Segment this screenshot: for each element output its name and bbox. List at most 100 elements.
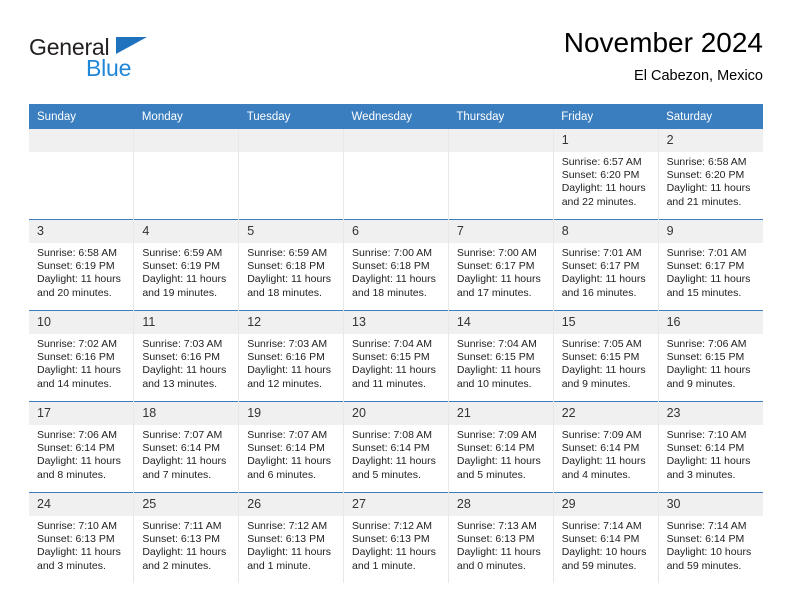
calendar-cell-day[interactable]: 8 Sunrise: 7:01 AM Sunset: 6:17 PM Daylight… [553,219,659,311]
sunset-time: Sunset: 6:14 PM [352,442,430,455]
day-details: Sunrise: 7:03 AM Sunset: 6:16 PM Daylight:… [134,334,238,391]
calendar-cell-day[interactable]: 7 Sunrise: 7:00 AM Sunset: 6:17 PM Daylight… [448,219,554,311]
day-details: Sunrise: 7:00 AM Sunset: 6:18 PM Daylight:… [344,243,448,300]
daylight-duration-line2: and 1 minute. [247,559,311,572]
sunrise-time: Sunrise: 7:11 AM [142,520,222,532]
calendar-cell-inner: 7 Sunrise: 7:00 AM Sunset: 6:17 PM Daylight… [448,220,553,310]
day-details: Sunrise: 7:10 AM Sunset: 6:14 PM Daylight:… [659,425,763,482]
calendar-cell-day[interactable]: 26 Sunrise: 7:12 AM Sunset: 6:13 PM Dayligh… [238,492,345,583]
calendar-cell-inner: 8 Sunrise: 7:01 AM Sunset: 6:17 PM Daylight… [553,220,658,310]
calendar-cell-day[interactable]: 11 Sunrise: 7:03 AM Sunset: 6:16 PM Dayligh… [133,310,240,402]
calendar-cell-day[interactable]: 4 Sunrise: 6:59 AM Sunset: 6:19 PM Daylight… [133,219,240,311]
calendar-cell-empty [29,129,135,220]
sunset-time: Sunset: 6:14 PM [666,533,745,546]
calendar-week-row: 3 Sunrise: 6:58 AM Sunset: 6:19 PM Daylight… [29,219,763,311]
calendar-cell-day[interactable]: 23 Sunrise: 7:10 AM Sunset: 6:14 PM Dayligh… [658,401,763,493]
day-number: 4 [134,220,239,243]
calendar-cell-day[interactable]: 6 Sunrise: 7:00 AM Sunset: 6:18 PM Daylight… [343,219,449,311]
weekday-header-thursday: Thursday [448,104,554,129]
daylight-duration-line1: Daylight: 11 hours [37,273,121,286]
brand-name-blue: Blue [86,55,132,81]
calendar-cell-day[interactable]: 15 Sunrise: 7:05 AM Sunset: 6:15 PM Dayligh… [553,310,659,402]
calendar-cell-inner: 19 Sunrise: 7:07 AM Sunset: 6:14 PM Dayligh… [239,402,344,492]
day-number: 28 [448,493,553,516]
day-number: 22 [553,402,658,425]
daylight-duration-line2: and 6 minutes. [247,468,317,481]
daylight-duration-line2: and 14 minutes. [37,377,112,390]
calendar-cell-day[interactable]: 21 Sunrise: 7:09 AM Sunset: 6:14 PM Dayligh… [448,401,554,493]
calendar-cell-day[interactable]: 19 Sunrise: 7:07 AM Sunset: 6:14 PM Dayligh… [238,401,345,493]
calendar-cell-day[interactable]: 29 Sunrise: 7:14 AM Sunset: 6:14 PM Dayligh… [553,492,659,583]
day-number [29,129,134,152]
day-number: 30 [658,493,763,516]
weekday-header-row: Sunday Monday Tuesday Wednesday Thursday… [29,104,763,129]
day-details: Sunrise: 7:06 AM Sunset: 6:14 PM Daylight:… [29,425,133,482]
calendar-cell-day[interactable]: 20 Sunrise: 7:08 AM Sunset: 6:14 PM Dayligh… [343,401,449,493]
calendar-cell-day[interactable]: 9 Sunrise: 7:01 AM Sunset: 6:17 PM Daylight… [658,219,763,311]
calendar-cell-day[interactable]: 1 Sunrise: 6:57 AM Sunset: 6:20 PM Daylight… [553,129,659,220]
sunrise-time: Sunrise: 6:59 AM [247,247,328,259]
day-number: 25 [134,493,239,516]
sunset-time: Sunset: 6:19 PM [142,260,220,273]
calendar-cell-day[interactable]: 17 Sunrise: 7:06 AM Sunset: 6:14 PM Dayligh… [29,401,135,493]
calendar-cell-day[interactable]: 2 Sunrise: 6:58 AM Sunset: 6:20 PM Daylight… [658,129,763,220]
calendar-cell-inner: 24 Sunrise: 7:10 AM Sunset: 6:13 PM Dayligh… [29,493,134,583]
day-number [134,129,239,152]
daylight-duration-line2: and 10 minutes. [456,377,532,390]
calendar-cell-day[interactable]: 28 Sunrise: 7:13 AM Sunset: 6:13 PM Dayligh… [448,492,554,583]
calendar-cell-inner [239,129,344,219]
calendar-week-row: 24 Sunrise: 7:10 AM Sunset: 6:13 PM Dayligh… [29,492,763,583]
calendar-cell-day[interactable]: 3 Sunrise: 6:58 AM Sunset: 6:19 PM Daylight… [29,219,135,311]
weekday-header-tuesday: Tuesday [238,104,344,129]
calendar-cell-day[interactable]: 12 Sunrise: 7:03 AM Sunset: 6:16 PM Dayligh… [238,310,345,402]
sunset-time: Sunset: 6:16 PM [247,351,325,364]
brand-logo[interactable]: General Blue [29,34,249,90]
daylight-duration-line1: Daylight: 10 hours [561,546,647,559]
daylight-duration-line2: and 59 minutes. [561,559,637,572]
calendar-cell-day[interactable]: 30 Sunrise: 7:14 AM Sunset: 6:14 PM Dayligh… [658,492,763,583]
calendar-cell-day[interactable]: 25 Sunrise: 7:11 AM Sunset: 6:13 PM Dayligh… [133,492,240,583]
daylight-duration-line1: Daylight: 11 hours [352,273,436,286]
calendar-cell-day[interactable]: 13 Sunrise: 7:04 AM Sunset: 6:15 PM Dayligh… [343,310,449,402]
weekday-header-friday: Friday [553,104,659,129]
daylight-duration-line2: and 19 minutes. [142,286,218,299]
sunrise-time: Sunrise: 7:14 AM [561,520,642,532]
sunrise-time: Sunrise: 7:12 AM [247,520,328,532]
calendar-cell-day[interactable]: 24 Sunrise: 7:10 AM Sunset: 6:13 PM Dayligh… [29,492,135,583]
calendar-cell-inner: 29 Sunrise: 7:14 AM Sunset: 6:14 PM Dayligh… [553,493,658,583]
calendar-cell-inner [29,129,134,219]
sunset-time: Sunset: 6:13 PM [352,533,430,546]
day-details: Sunrise: 7:04 AM Sunset: 6:15 PM Daylight:… [344,334,448,391]
sunset-time: Sunset: 6:13 PM [247,533,325,546]
daylight-duration-line2: and 7 minutes. [142,468,212,481]
calendar-cell-day[interactable]: 14 Sunrise: 7:04 AM Sunset: 6:15 PM Dayligh… [448,310,554,402]
sunset-time: Sunset: 6:16 PM [37,351,115,364]
sunrise-time: Sunrise: 7:02 AM [37,338,117,350]
daylight-duration-line1: Daylight: 11 hours [352,455,436,468]
calendar-cell-day[interactable]: 18 Sunrise: 7:07 AM Sunset: 6:14 PM Dayligh… [133,401,240,493]
calendar-cell-day[interactable]: 5 Sunrise: 6:59 AM Sunset: 6:18 PM Daylight… [238,219,345,311]
daylight-duration-line2: and 3 minutes. [666,468,736,481]
daylight-duration-line1: Daylight: 11 hours [37,455,121,468]
daylight-duration-line1: Daylight: 11 hours [456,364,541,377]
sunrise-time: Sunrise: 7:04 AM [456,338,537,350]
calendar-page: General Blue November 2024 El Cabezon, M… [0,0,792,612]
page-subtitle: El Cabezon, Mexico [634,68,763,84]
calendar-cell-inner: 18 Sunrise: 7:07 AM Sunset: 6:14 PM Dayligh… [134,402,239,492]
sunrise-time: Sunrise: 7:09 AM [561,429,642,441]
calendar-cell-inner: 1 Sunrise: 6:57 AM Sunset: 6:20 PM Daylight… [553,129,658,219]
calendar-cell-inner: 6 Sunrise: 7:00 AM Sunset: 6:18 PM Daylight… [344,220,448,310]
day-details: Sunrise: 7:09 AM Sunset: 6:14 PM Daylight:… [554,425,658,482]
sunrise-time: Sunrise: 6:58 AM [666,156,747,168]
calendar-cell-day[interactable]: 16 Sunrise: 7:06 AM Sunset: 6:15 PM Dayligh… [658,310,763,402]
sunrise-time: Sunrise: 6:59 AM [142,247,223,259]
daylight-duration-line1: Daylight: 11 hours [247,546,332,559]
daylight-duration-line2: and 8 minutes. [37,468,106,481]
calendar-cell-day[interactable]: 10 Sunrise: 7:02 AM Sunset: 6:16 PM Dayligh… [29,310,135,402]
calendar-cell-day[interactable]: 27 Sunrise: 7:12 AM Sunset: 6:13 PM Dayligh… [343,492,449,583]
calendar-cell-inner: 4 Sunrise: 6:59 AM Sunset: 6:19 PM Daylight… [134,220,239,310]
weekday-header-monday: Monday [133,104,239,129]
calendar-cell-day[interactable]: 22 Sunrise: 7:09 AM Sunset: 6:14 PM Dayligh… [553,401,659,493]
sunrise-time: Sunrise: 7:04 AM [352,338,432,350]
day-number: 15 [553,311,658,334]
